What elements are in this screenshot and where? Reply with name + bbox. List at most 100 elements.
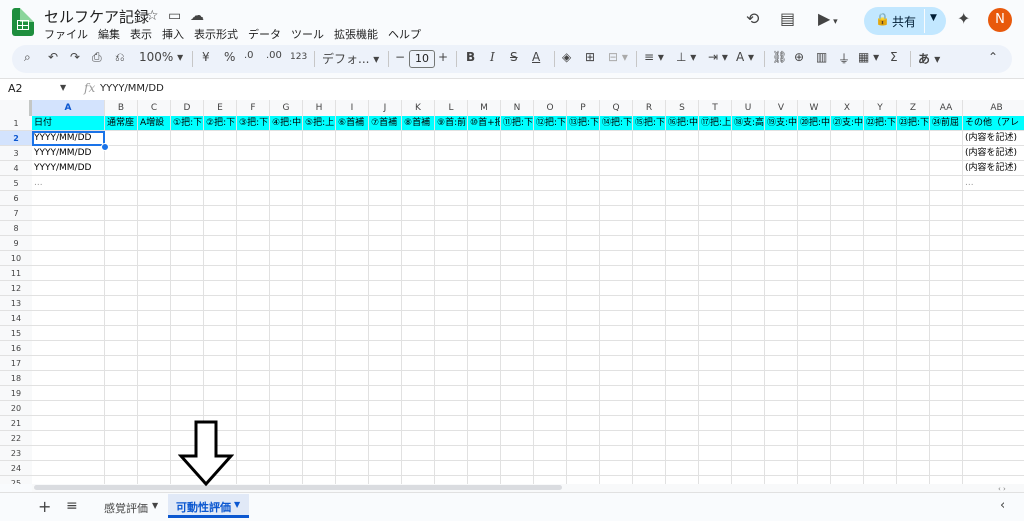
- cell[interactable]: [501, 251, 534, 266]
- cell[interactable]: [567, 131, 600, 146]
- cell[interactable]: [237, 191, 270, 206]
- cell[interactable]: [864, 431, 897, 446]
- cell[interactable]: [204, 326, 237, 341]
- menu-item[interactable]: ファイル: [44, 28, 88, 41]
- cell[interactable]: [336, 236, 369, 251]
- cell[interactable]: [864, 176, 897, 191]
- cell[interactable]: [963, 386, 1024, 401]
- cell[interactable]: [204, 251, 237, 266]
- cell[interactable]: [534, 191, 567, 206]
- cell[interactable]: [864, 446, 897, 461]
- cell[interactable]: [600, 206, 633, 221]
- cell[interactable]: [105, 341, 138, 356]
- cell[interactable]: [468, 401, 501, 416]
- cell[interactable]: [270, 311, 303, 326]
- cell[interactable]: ⑲支:中: [765, 116, 798, 131]
- cell[interactable]: [963, 281, 1024, 296]
- cell[interactable]: [831, 161, 864, 176]
- cell[interactable]: [831, 266, 864, 281]
- cell[interactable]: [105, 296, 138, 311]
- cell[interactable]: [435, 311, 468, 326]
- cell[interactable]: [534, 176, 567, 191]
- cell[interactable]: [270, 416, 303, 431]
- cell[interactable]: [732, 371, 765, 386]
- cell[interactable]: [699, 221, 732, 236]
- cell[interactable]: [501, 221, 534, 236]
- cell[interactable]: [732, 146, 765, 161]
- cell[interactable]: [435, 161, 468, 176]
- sheet-tab-menu-icon[interactable]: ▼: [152, 501, 158, 510]
- cell[interactable]: [930, 206, 963, 221]
- sheets-logo-icon[interactable]: [12, 8, 34, 36]
- cell[interactable]: [501, 191, 534, 206]
- row-header[interactable]: 20: [0, 401, 32, 416]
- cell[interactable]: [336, 371, 369, 386]
- cell[interactable]: [798, 431, 831, 446]
- cell[interactable]: [171, 131, 204, 146]
- cell[interactable]: [732, 296, 765, 311]
- cell[interactable]: [402, 446, 435, 461]
- column-header-q[interactable]: Q: [600, 100, 633, 116]
- cell[interactable]: [171, 326, 204, 341]
- cell[interactable]: [468, 161, 501, 176]
- cell[interactable]: [336, 476, 369, 484]
- cell[interactable]: [798, 476, 831, 484]
- cell[interactable]: [468, 356, 501, 371]
- cell[interactable]: ⑫把:下: [534, 116, 567, 131]
- cell[interactable]: [270, 356, 303, 371]
- cell[interactable]: [732, 131, 765, 146]
- cell[interactable]: [864, 341, 897, 356]
- cell[interactable]: ⑨首:前: [435, 116, 468, 131]
- cell[interactable]: [468, 446, 501, 461]
- cell[interactable]: [369, 176, 402, 191]
- row-header[interactable]: 1: [0, 116, 32, 131]
- cell[interactable]: [402, 281, 435, 296]
- cell[interactable]: [633, 326, 666, 341]
- cell[interactable]: [567, 206, 600, 221]
- cell[interactable]: [699, 236, 732, 251]
- cell[interactable]: [633, 401, 666, 416]
- cell[interactable]: [303, 371, 336, 386]
- cell[interactable]: [633, 446, 666, 461]
- row-header[interactable]: 4: [0, 161, 32, 176]
- cell[interactable]: [765, 251, 798, 266]
- cell[interactable]: [534, 281, 567, 296]
- cell[interactable]: [633, 191, 666, 206]
- column-header-p[interactable]: P: [567, 100, 600, 116]
- cell[interactable]: [435, 386, 468, 401]
- cell[interactable]: [32, 206, 105, 221]
- cell[interactable]: [435, 296, 468, 311]
- cell[interactable]: [171, 311, 204, 326]
- cell[interactable]: [105, 311, 138, 326]
- cell[interactable]: ⑮把:下: [633, 116, 666, 131]
- cell[interactable]: [237, 266, 270, 281]
- column-header-t[interactable]: T: [699, 100, 732, 116]
- cell[interactable]: [864, 236, 897, 251]
- cell[interactable]: [369, 371, 402, 386]
- cell[interactable]: [765, 341, 798, 356]
- cell[interactable]: [567, 176, 600, 191]
- row-header[interactable]: 15: [0, 326, 32, 341]
- cell[interactable]: [600, 251, 633, 266]
- cell[interactable]: [204, 281, 237, 296]
- move-folder-icon[interactable]: ▭: [168, 8, 181, 24]
- cell[interactable]: [633, 281, 666, 296]
- number-format-button[interactable]: 123: [290, 52, 307, 62]
- cell[interactable]: [171, 281, 204, 296]
- cell[interactable]: [303, 221, 336, 236]
- cell[interactable]: YYYY/MM/DD: [32, 161, 105, 176]
- cell[interactable]: [699, 131, 732, 146]
- cell[interactable]: [336, 326, 369, 341]
- cell[interactable]: [666, 161, 699, 176]
- cell[interactable]: [930, 386, 963, 401]
- cell[interactable]: [270, 131, 303, 146]
- cell[interactable]: [237, 221, 270, 236]
- sheet-tab-sensory[interactable]: 感覚評価 ▼: [94, 496, 166, 518]
- cell[interactable]: [171, 341, 204, 356]
- cell[interactable]: [864, 476, 897, 484]
- cell[interactable]: [336, 191, 369, 206]
- cell[interactable]: [633, 416, 666, 431]
- cell[interactable]: [864, 251, 897, 266]
- cell[interactable]: [237, 311, 270, 326]
- cell[interactable]: [699, 296, 732, 311]
